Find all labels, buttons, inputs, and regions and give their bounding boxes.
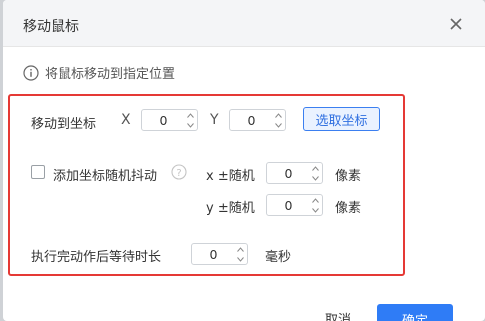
jitter-x-unit: 像素: [335, 169, 362, 184]
jitter-x-increment-icon[interactable]: [311, 163, 319, 173]
dialog-title: 移动鼠标: [23, 19, 79, 35]
move-mouse-dialog: 移动鼠标 将鼠标移动到指定位置 移动到坐标 X 0 Y 0 选取坐标 添加坐标随…: [3, 0, 485, 321]
x-coordinate-input[interactable]: 0: [141, 109, 198, 131]
wait-unit: 毫秒: [265, 250, 292, 265]
jitter-y-input[interactable]: 0: [266, 194, 323, 216]
wait-label: 执行完动作后等待时长: [31, 250, 162, 265]
pick-coordinate-button[interactable]: 选取坐标: [303, 107, 380, 131]
jitter-x-decrement-icon[interactable]: [311, 173, 319, 183]
jitter-x-input[interactable]: 0: [266, 162, 323, 184]
dialog-header: 移动鼠标: [3, 0, 485, 47]
jitter-x-label: x ±随机: [206, 169, 255, 184]
svg-text:?: ?: [176, 168, 181, 179]
close-icon[interactable]: [446, 14, 466, 34]
jitter-y-decrement-icon[interactable]: [311, 205, 319, 215]
jitter-checkbox-label: 添加坐标随机抖动: [53, 169, 158, 184]
jitter-y-increment-icon[interactable]: [311, 195, 319, 205]
info-icon: [23, 64, 39, 81]
jitter-checkbox[interactable]: [31, 165, 45, 179]
question-icon[interactable]: ?: [171, 164, 187, 180]
x-increment-icon[interactable]: [186, 110, 194, 120]
y-coordinate-input[interactable]: 0: [229, 109, 286, 131]
x-decrement-icon[interactable]: [186, 120, 194, 130]
y-decrement-icon[interactable]: [274, 120, 282, 130]
x-axis-label: X: [121, 112, 131, 128]
jitter-y-unit: 像素: [335, 201, 362, 216]
wait-duration-input[interactable]: 0: [191, 243, 248, 265]
hint-row: 将鼠标移动到指定位置: [23, 63, 175, 82]
hint-text: 将鼠标移动到指定位置: [45, 67, 176, 82]
y-axis-label: Y: [210, 112, 219, 128]
jitter-y-label: y ±随机: [206, 201, 255, 216]
cancel-button[interactable]: 取消: [325, 309, 351, 321]
ok-button[interactable]: 确定: [377, 304, 453, 321]
wait-increment-icon[interactable]: [236, 244, 244, 254]
wait-decrement-icon[interactable]: [236, 254, 244, 264]
move-to-label: 移动到坐标: [31, 117, 97, 132]
y-increment-icon[interactable]: [274, 110, 282, 120]
